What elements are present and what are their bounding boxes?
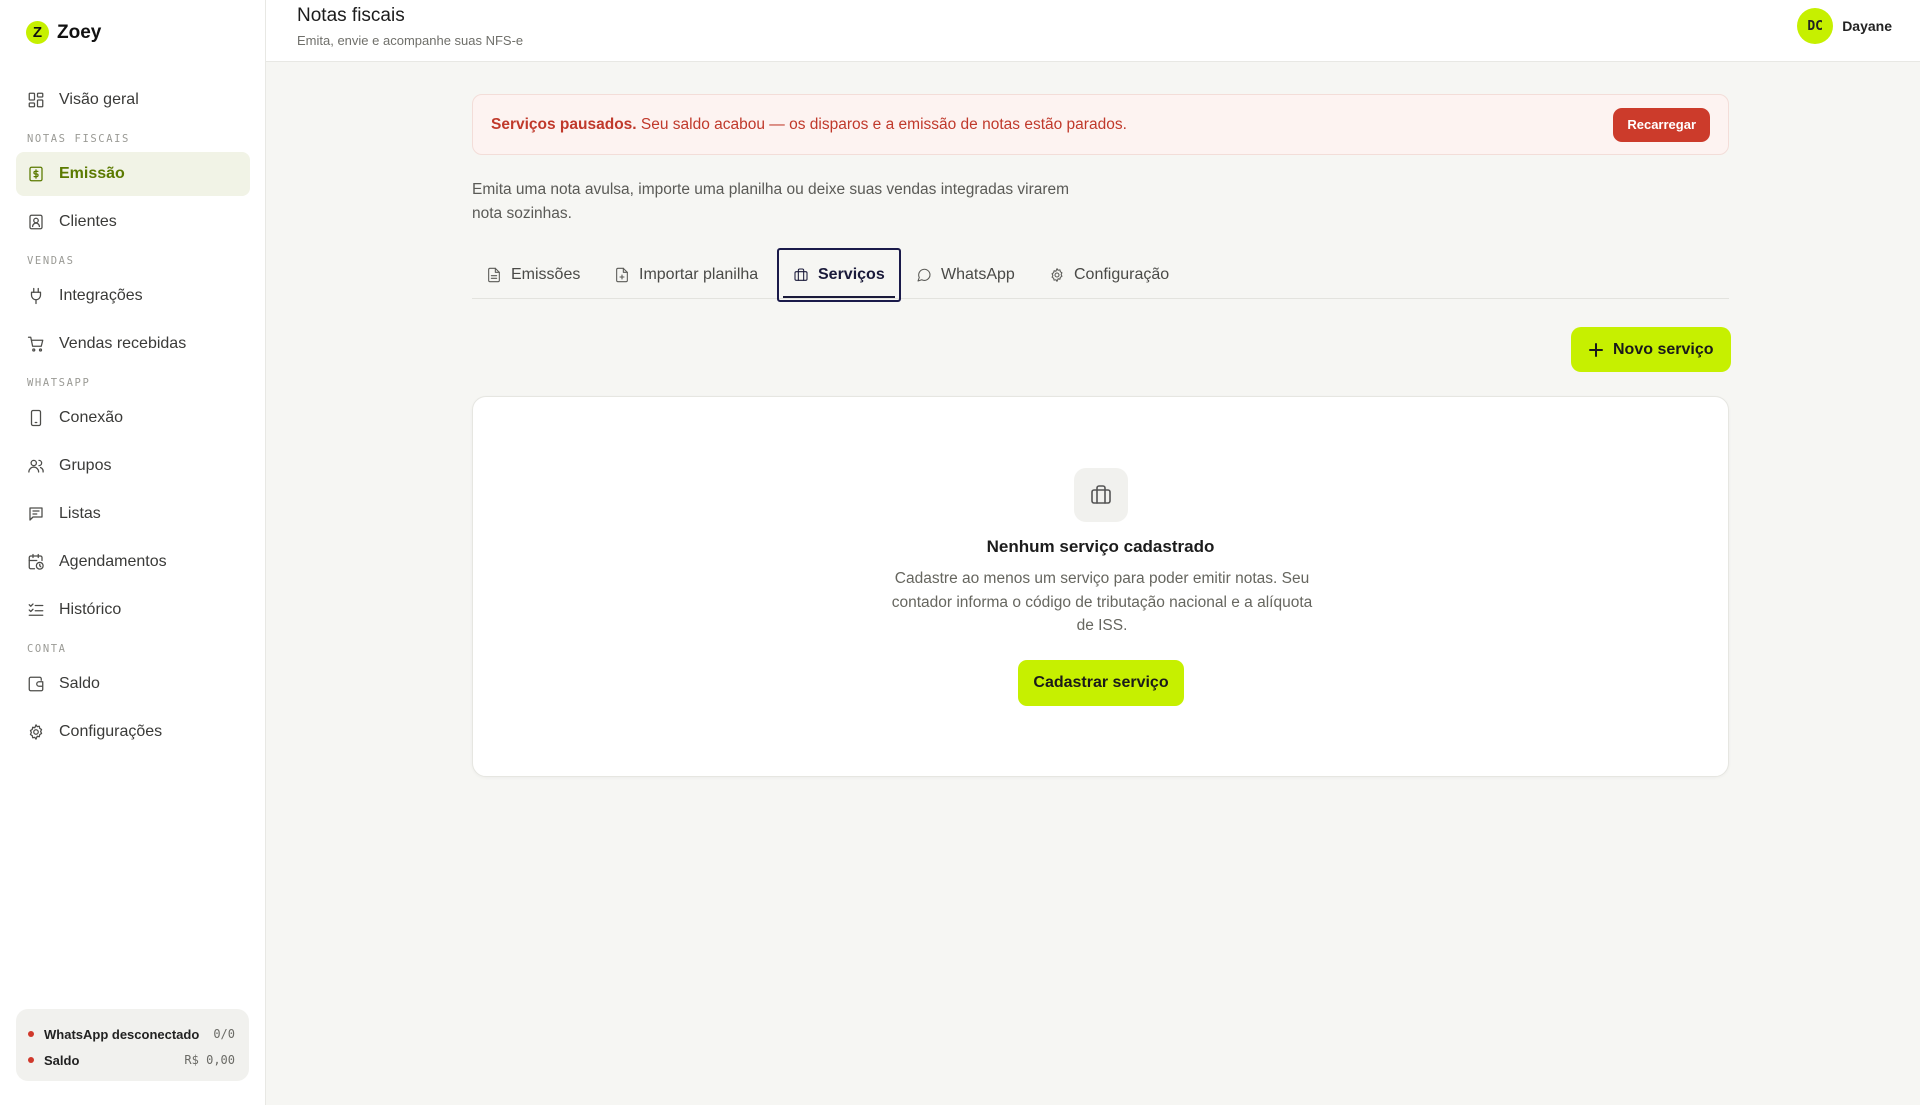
sidebar-item-label: Listas [59,505,101,522]
alert-text: Serviços pausados. Seu saldo acabou — os… [491,116,1613,134]
sidebar-item-saldo[interactable]: Saldo [16,662,250,706]
alert-strong: Serviços pausados. [491,115,637,133]
tab-label: WhatsApp [941,266,1015,283]
gear-icon [29,724,43,740]
tab-label: Serviços [818,266,885,283]
tab-label: Emissões [511,266,581,283]
sidebar-item-historico[interactable]: Histórico [16,588,250,632]
status-balance[interactable]: Saldo R$ 0,00 [28,1047,235,1073]
phone-icon [30,409,42,427]
user-name: Dayane [1842,18,1892,34]
sidebar-item-label: Visão geral [59,91,139,108]
sidebar-section-conta: CONTA [27,643,67,655]
topbar: Notas fiscais Emita, envie e acompanhe s… [266,0,1920,62]
sidebar-item-integracoes[interactable]: Integrações [16,274,250,318]
sidebar-item-label: Clientes [59,213,117,230]
briefcase-icon [1091,485,1111,504]
sidebar-item-conexao[interactable]: Conexão [16,396,250,440]
zoey-logo-icon: Z [26,21,49,44]
new-service-label: Novo serviço [1613,340,1714,358]
page-subtitle: Emita, envie e acompanhe suas NFS-e [297,33,524,48]
sidebar-item-listas[interactable]: Listas [16,492,250,536]
empty-state-card: Nenhum serviço cadastrado Cadastre ao me… [472,396,1729,777]
sidebar-item-label: Saldo [59,675,100,692]
checklist-icon [28,603,44,616]
tab-importar-planilha[interactable]: Importar planilha [600,248,772,302]
sidebar-item-grupos[interactable]: Grupos [16,444,250,488]
list-icon [29,507,43,521]
users-icon [28,459,44,473]
tab-configuracao[interactable]: Configuração [1035,248,1183,302]
file-plus-icon [616,267,628,283]
status-whatsapp[interactable]: WhatsApp desconectado 0/0 [28,1021,235,1047]
sidebar-item-label: Agendamentos [59,553,167,570]
sidebar-nav: Visão geral NOTAS FISCAIS Emissão Client… [16,78,250,758]
tab-label: Importar planilha [639,266,759,283]
page-title: Notas fiscais [297,5,405,26]
sidebar-item-visao-geral[interactable]: Visão geral [16,78,250,122]
status-dot-icon [28,1031,34,1037]
status-balance-value: R$ 0,00 [184,1053,235,1067]
sidebar-section-whatsapp: WHATSAPP [27,377,91,389]
register-service-button[interactable]: Cadastrar serviço [1018,660,1184,706]
sidebar-item-label: Vendas recebidas [59,335,187,352]
sidebar-item-emissao[interactable]: Emissão [16,152,250,196]
status-dot-icon [28,1057,34,1063]
status-card: WhatsApp desconectado 0/0 Saldo R$ 0,00 [16,1009,249,1081]
new-service-button[interactable]: Novo serviço [1571,327,1732,372]
wallet-icon [28,676,44,692]
sidebar-item-label: Integrações [59,287,143,304]
paused-services-alert: Serviços pausados. Seu saldo acabou — os… [472,94,1729,155]
status-balance-label: Saldo [44,1052,80,1068]
file-icon [488,267,500,283]
sidebar-item-agendamentos[interactable]: Agendamentos [16,540,250,584]
tab-emissoes[interactable]: Emissões [472,248,594,302]
sidebar-item-label: Conexão [59,409,124,426]
recharge-button[interactable]: Recarregar [1613,107,1710,142]
plug-icon [30,287,42,305]
gear-icon [1051,268,1063,282]
empty-state-description: Cadastre ao menos um serviço para poder … [891,570,1313,634]
status-whatsapp-label: WhatsApp desconectado [44,1026,200,1042]
user-menu[interactable]: DC Dayane [1797,8,1892,44]
intro-text: Emita uma nota avulsa, importe uma plani… [472,181,1070,222]
tab-servicos[interactable]: Serviços [777,248,901,302]
sidebar-section-notas-fiscais: NOTAS FISCAIS [27,133,130,145]
avatar: DC [1797,8,1834,44]
tabs: Emissões Importar planilha Serviços What… [472,246,1729,302]
tab-label: Configuração [1074,266,1170,283]
empty-state-title: Nenhum serviço cadastrado [986,537,1215,556]
sidebar-item-label: Configurações [59,723,163,740]
sidebar-section-vendas: VENDAS [27,255,75,267]
plus-icon [1589,342,1603,357]
sidebar-item-clientes[interactable]: Clientes [16,200,250,244]
empty-state-icon [1074,468,1128,522]
brand-name: Zoey [57,21,102,43]
contact-icon [29,214,43,230]
calendar-clock-icon [28,553,44,570]
sidebar: Z Zoey Visão geral NOTAS FISCAIS Emissão… [0,0,266,1105]
brand-logo[interactable]: Z Zoey [26,21,101,44]
tab-whatsapp[interactable]: WhatsApp [902,248,1029,302]
chat-icon [917,268,931,282]
status-whatsapp-value: 0/0 [213,1027,235,1041]
sidebar-item-vendas-recebidas[interactable]: Vendas recebidas [16,322,250,366]
receipt-icon [29,166,43,182]
grid-icon [28,92,44,108]
sidebar-item-label: Grupos [59,457,112,474]
briefcase-icon [794,268,808,281]
sidebar-item-label: Emissão [59,165,125,182]
sidebar-item-label: Histórico [59,601,122,618]
cart-icon [27,336,44,352]
sidebar-item-configuracoes[interactable]: Configurações [16,710,250,754]
alert-message: Seu saldo acabou — os disparos e a emiss… [636,115,1127,133]
